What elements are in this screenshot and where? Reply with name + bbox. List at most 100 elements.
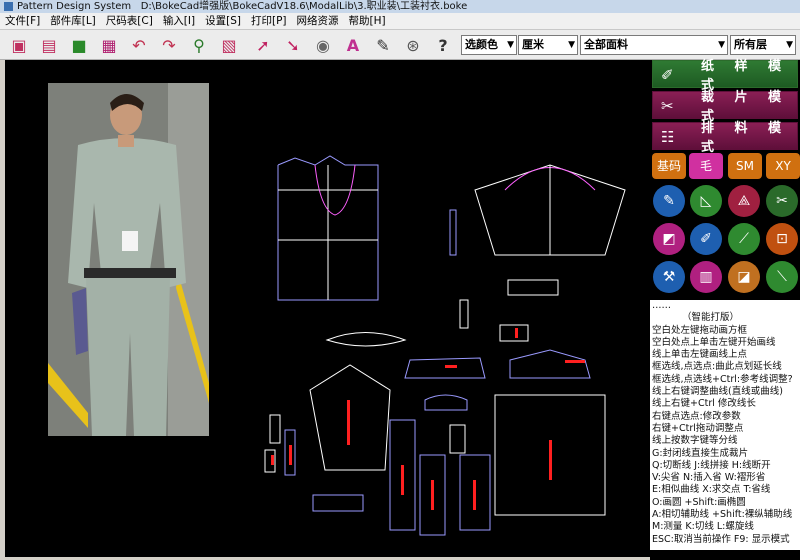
pattern-collar [325, 332, 407, 347]
grainline-marker [431, 480, 434, 510]
fold-tool-icon[interactable]: ◩ [653, 223, 685, 255]
chevron-down-icon: ▼ [507, 40, 514, 50]
help-line: 线上右键调整曲线(直线或曲线) [652, 386, 783, 398]
seam-allowance-tag[interactable]: 毛 [689, 153, 723, 179]
save-icon[interactable]: ■ [68, 34, 90, 56]
app-icon [4, 1, 13, 11]
help-line: E:相似曲线 X:求交点 T:省线 [652, 484, 771, 496]
paper-pattern-mode-button[interactable]: ✐ 纸 样 模 式 [652, 59, 798, 93]
chevron-down-icon: ▼ [786, 40, 793, 50]
marker-layout-mode-button[interactable]: ☷ 排 料 模 式 [652, 121, 798, 155]
fabric-select[interactable]: 全部面料 ▼ [580, 35, 728, 55]
app-name: Pattern Design System [17, 1, 132, 12]
redo-icon[interactable]: ↷ [158, 34, 180, 56]
color-select[interactable]: 选颜色 ▼ [461, 35, 517, 55]
help-line: 线上单击左键画线上点 [652, 349, 748, 361]
menu-size-chart[interactable]: 尺码表[C] [101, 13, 158, 30]
help-line: 框选线,点选点:曲此点划延长线 [652, 361, 782, 373]
film-icon[interactable]: ⊛ [402, 34, 424, 56]
text-tool-icon[interactable]: A [342, 34, 364, 56]
help-line: G:封闭线直接生成裁片 [652, 447, 749, 459]
scissors-icon[interactable]: ✂ [766, 185, 798, 217]
help-line: 右键点选点:修改参数 [652, 410, 741, 422]
select-arrow-icon[interactable]: ➚ [252, 34, 274, 56]
help-line: A:相切辅助线 +Shift:裸纵辅助线 [652, 509, 793, 521]
menu-bar: 文件[F] 部件库[L] 尺码表[C] 输入[I] 设置[S] 打印[P] 网络资源 帮助[H… [0, 13, 800, 30]
curve-ruler-icon[interactable]: ⟋ [728, 223, 760, 255]
unit-select-value: 厘米 [522, 38, 544, 51]
layout-mode-label: 排 料 模 式 [701, 121, 790, 155]
grainline-marker [289, 445, 292, 465]
file-path: D:\BokeCad增强版\BokeCadV18.6\ModalLib\3.职业… [140, 1, 468, 12]
scissors-icon: ✂ [661, 97, 674, 115]
help-line: 空白处点上单击左键开始画线 [652, 336, 776, 348]
help-line: 线上右键+Ctrl 修改线长 [652, 398, 756, 410]
compass-icon[interactable]: ⟁ [728, 185, 760, 217]
layer-select[interactable]: 所有层 ▼ [730, 35, 796, 55]
grainline-marker [549, 440, 552, 480]
pattern-piece [459, 299, 469, 329]
book-tool-icon[interactable]: ▥ [690, 261, 722, 293]
help-line: Q:切断线 J:线拼接 H:线断开 [652, 459, 771, 471]
pattern-pieces-drawing [264, 155, 626, 536]
grainline-marker [347, 400, 350, 445]
help-line: O:画圆 +Shift:画椭圆 [652, 496, 746, 508]
grainline-marker [515, 328, 518, 338]
chevron-down-icon: ▼ [568, 40, 575, 50]
brush-tool-icon[interactable]: ✐ [690, 223, 722, 255]
help-text-panel: …… （智能打版） 空白处左键拖动画方框 空白处点上单击左键开始画线 线上单击左… [650, 300, 800, 550]
unit-select[interactable]: 厘米 ▼ [518, 35, 578, 55]
menu-file[interactable]: 文件[F] [0, 13, 45, 30]
cut-piece [312, 494, 364, 512]
menu-network-resources[interactable]: 网络资源 [292, 13, 344, 30]
help-button[interactable]: ? [432, 34, 454, 56]
menu-help[interactable]: 帮助[H] [344, 13, 391, 30]
layer-select-value: 所有层 [734, 38, 767, 51]
toolbar: ▣ ▤ ■ ▦ ↶ ↷ ⚲ ▧ ➚ ➘ ◉ A ✎ ⊛ ? 选颜色 ▼ 厘米 ▼ 全… [0, 30, 800, 60]
help-partial-line: …… [652, 300, 671, 311]
menu-input[interactable]: 输入[I] [158, 13, 200, 30]
pen-tool-icon[interactable]: ✎ [372, 34, 394, 56]
menu-print[interactable]: 打印[P] [246, 13, 292, 30]
measure-tape-icon[interactable]: ◉ [312, 34, 334, 56]
hammer-tool-icon[interactable]: ⚒ [653, 261, 685, 293]
grainline-marker [401, 465, 404, 495]
layout-icon: ☷ [661, 128, 675, 146]
save-as-icon[interactable]: ▦ [98, 34, 120, 56]
knife-tool-icon[interactable]: ⟍ [766, 261, 798, 293]
cut-piece [269, 414, 281, 444]
help-line: 右键+Ctrl拖动调整点 [652, 422, 744, 434]
pattern-piece [507, 279, 559, 296]
title-bar: Pattern Design System D:\BokeCad增强版\Boke… [0, 0, 800, 13]
menu-settings[interactable]: 设置[S] [200, 13, 246, 30]
zoom-icon[interactable]: ⚲ [188, 34, 210, 56]
ruler-icon: ✐ [661, 66, 674, 84]
cut-piece-mode-button[interactable]: ✂ 裁 片 模 式 [652, 90, 798, 124]
grainline-marker [445, 365, 457, 368]
drawing-canvas[interactable] [5, 60, 650, 557]
tape-measure-icon[interactable]: ⊡ [766, 223, 798, 255]
eraser-tool-icon[interactable]: ◪ [728, 261, 760, 293]
menu-parts-library[interactable]: 部件库[L] [45, 13, 101, 30]
help-line: ESC:取消当前操作 F9: 显示模式 [652, 533, 790, 545]
grainline-marker [271, 455, 274, 465]
delete-icon[interactable]: ▧ [218, 34, 240, 56]
undo-icon[interactable]: ↶ [128, 34, 150, 56]
triangle-ruler-icon[interactable]: ◺ [690, 185, 722, 217]
move-arrow-icon[interactable]: ➘ [282, 34, 304, 56]
open-folder-icon[interactable]: ▤ [38, 34, 60, 56]
pen-tool-icon[interactable]: ✎ [653, 185, 685, 217]
pattern-piece [449, 209, 457, 256]
new-file-icon[interactable]: ▣ [8, 34, 30, 56]
help-line: V:尖省 N:插入省 W:褶形省 [652, 472, 766, 484]
sm-tag[interactable]: SM [728, 153, 762, 179]
help-line: 空白处左键拖动画方框 [652, 324, 748, 336]
xy-tag[interactable]: XY [766, 153, 800, 179]
fabric-select-value: 全部面料 [584, 38, 628, 51]
cut-yoke-piece [509, 349, 591, 379]
help-line: 线上按数字键等分线 [652, 435, 738, 447]
chevron-down-icon: ▼ [718, 40, 725, 50]
help-line: 框选线,点选线+Ctrl:参考线调整? [652, 373, 793, 385]
color-select-value: 选颜色 [465, 38, 498, 51]
base-size-tag[interactable]: 基码 [652, 153, 686, 179]
